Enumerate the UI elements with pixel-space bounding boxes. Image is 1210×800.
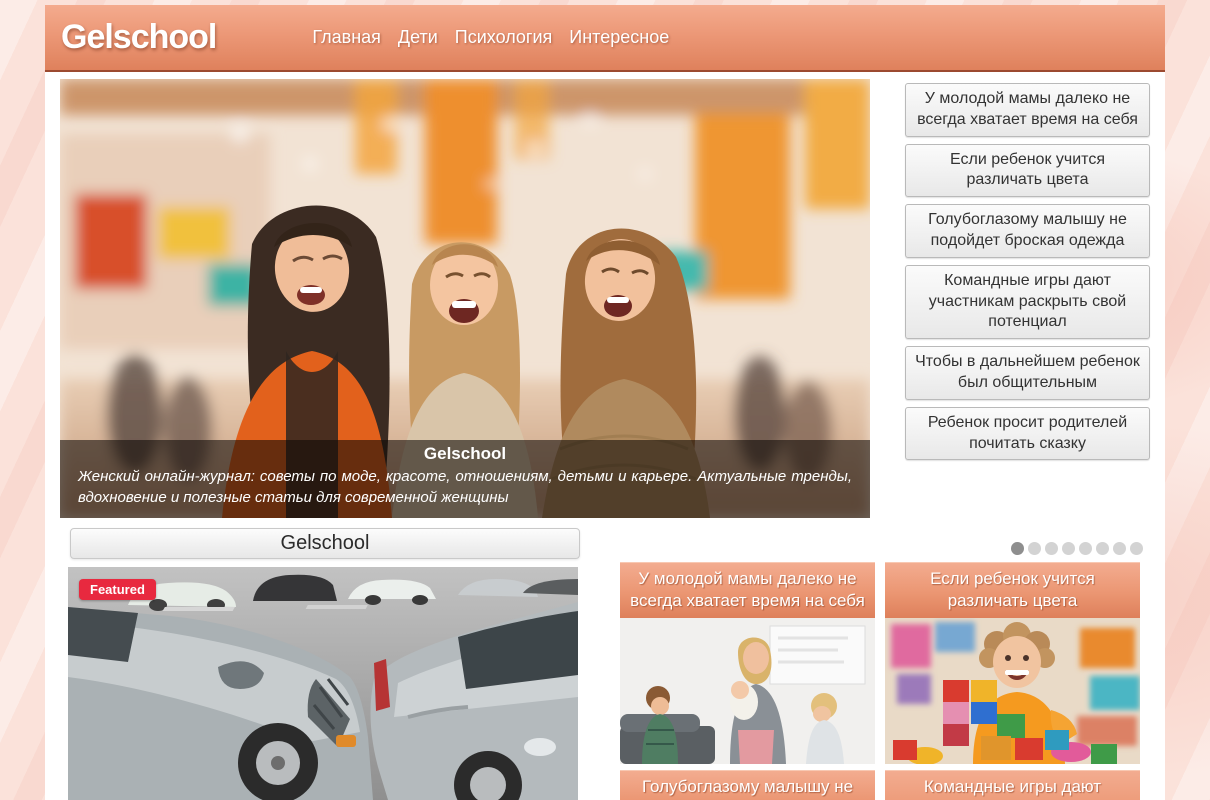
pagination-dot[interactable] (1113, 542, 1126, 555)
site-logo[interactable]: Gelschool (61, 18, 216, 57)
article-card-colors: Если ребенок учится различать цвета (885, 562, 1140, 800)
sidebar-item-sociable[interactable]: Чтобы в дальнейшем ребенок был общительн… (905, 346, 1150, 400)
sidebar-item-clothes[interactable]: Голубоглазому малышу не подойдет броская… (905, 204, 1150, 258)
article-card-title[interactable]: Командные игры дают участникам раскрыть … (885, 770, 1140, 800)
pagination-dot[interactable] (1028, 542, 1041, 555)
article-card-title[interactable]: Голубоглазому малышу не подойдет броская… (620, 770, 875, 800)
pagination-dot[interactable] (1079, 542, 1092, 555)
sidebar-item-mama-time[interactable]: У молодой мамы далеко не всегда хватает … (905, 83, 1150, 137)
pagination-dot[interactable] (1096, 542, 1109, 555)
sidebar-item-fairytale[interactable]: Ребенок просит родителей почитать сказку (905, 407, 1150, 461)
main-nav: Главная Дети Психология Интересное (312, 27, 669, 48)
pagination-dots (1011, 542, 1143, 555)
nav-item-psihologiya[interactable]: Психология (455, 27, 553, 48)
site-header: Gelschool Главная Дети Психология Интере… (45, 5, 1165, 72)
section-title[interactable]: Gelschool (70, 528, 580, 559)
pagination-dot[interactable] (1062, 542, 1075, 555)
nav-item-deti[interactable]: Дети (398, 27, 438, 48)
article-card-mama: У молодой мамы далеко не всегда хватает … (620, 562, 875, 800)
pagination-dot[interactable] (1130, 542, 1143, 555)
featured-image-car-crash (68, 567, 578, 800)
sidebar: У молодой мамы далеко не всегда хватает … (905, 83, 1150, 467)
sidebar-item-colors[interactable]: Если ребенок учится различать цвета (905, 144, 1150, 198)
hero-caption-title: Gelschool (78, 444, 852, 464)
hero-caption-text: Женский онлайн-журнал: советы по моде, к… (78, 466, 852, 509)
sidebar-item-team-games[interactable]: Командные игры дают участникам раскрыть … (905, 265, 1150, 339)
article-card-title[interactable]: Если ребенок учится различать цвета (885, 562, 1140, 618)
featured-badge: Featured (79, 579, 156, 600)
article-card-image-toddler[interactable] (885, 618, 1140, 764)
hero-banner: Gelschool Женский онлайн-журнал: советы … (60, 79, 870, 518)
featured-article[interactable]: Featured (68, 567, 578, 800)
pagination-dot[interactable] (1045, 542, 1058, 555)
page: Gelschool Главная Дети Психология Интере… (0, 0, 1210, 800)
article-card-image-mother[interactable] (620, 618, 875, 764)
article-card-title[interactable]: У молодой мамы далеко не всегда хватает … (620, 562, 875, 618)
content-container: Gelschool Главная Дети Психология Интере… (45, 5, 1165, 800)
nav-item-glavnaya[interactable]: Главная (312, 27, 381, 48)
nav-item-interesnoe[interactable]: Интересное (569, 27, 669, 48)
hero-caption: Gelschool Женский онлайн-журнал: советы … (60, 440, 870, 518)
pagination-dot[interactable] (1011, 542, 1024, 555)
